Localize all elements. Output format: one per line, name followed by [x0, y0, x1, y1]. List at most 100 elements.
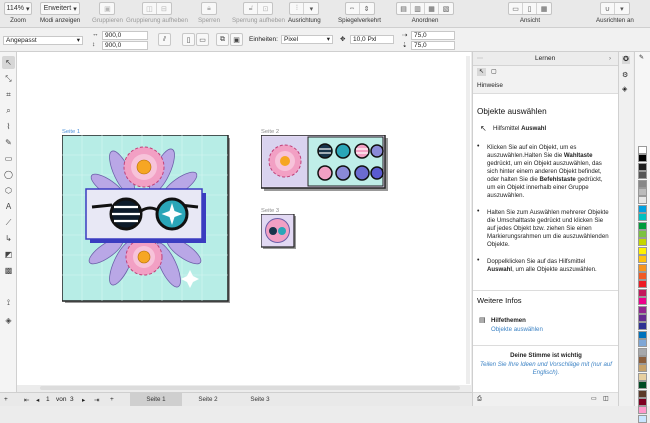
- zoom-tool-icon[interactable]: ⌕: [2, 104, 15, 117]
- view-buttons[interactable]: ▭ ▯ ▦: [508, 2, 552, 15]
- color-swatch[interactable]: [638, 179, 647, 188]
- artistic-media-icon[interactable]: ✎: [2, 136, 15, 149]
- panel-expand-icon[interactable]: ◫: [603, 395, 609, 403]
- mirror-vertical-icon[interactable]: ⇕: [360, 3, 374, 14]
- color-swatch[interactable]: [638, 213, 647, 222]
- color-swatch[interactable]: [638, 372, 647, 381]
- color-swatch[interactable]: [638, 171, 647, 180]
- eyedropper-icon[interactable]: ⟟: [2, 296, 15, 309]
- units-dropdown[interactable]: Pixel ▾: [281, 35, 333, 44]
- vote-link-line2[interactable]: Englisch).: [473, 369, 619, 377]
- panel-settings-icon[interactable]: ⎙: [477, 395, 482, 403]
- help-link[interactable]: Objekte auswählen: [491, 326, 543, 334]
- tab-docs-icon[interactable]: ▢: [491, 68, 497, 76]
- view-pixel-icon[interactable]: ▦: [537, 3, 551, 14]
- prev-page-icon[interactable]: ◂: [36, 396, 39, 404]
- group-button[interactable]: ▣: [99, 2, 116, 15]
- first-page-icon[interactable]: ⇤: [24, 396, 29, 404]
- ungroup-button[interactable]: ◫ ⊟: [141, 2, 172, 15]
- page-tab-3[interactable]: Seite 3: [234, 393, 286, 406]
- parallel-dimension-icon[interactable]: ⟋: [2, 216, 15, 229]
- color-swatch[interactable]: [638, 389, 647, 398]
- pick-tool-icon[interactable]: ↖: [2, 56, 15, 69]
- properties-dock-icon[interactable]: ⚙: [622, 72, 628, 80]
- all-pages-icon[interactable]: ⧉: [216, 33, 229, 46]
- layers-dock-icon[interactable]: ◈: [622, 86, 627, 94]
- color-swatch[interactable]: [638, 238, 647, 247]
- connector-tool-icon[interactable]: ↳: [2, 232, 15, 245]
- color-swatch[interactable]: [638, 162, 647, 171]
- snap-button[interactable]: ∪ ▾: [599, 2, 630, 15]
- mirror-buttons[interactable]: ⇔ ⇕: [344, 2, 375, 15]
- page3-artwork[interactable]: [261, 214, 297, 250]
- color-swatch[interactable]: [638, 398, 647, 406]
- transparency-icon[interactable]: ▩: [2, 264, 15, 277]
- color-swatch[interactable]: [638, 288, 647, 297]
- color-swatch[interactable]: [638, 330, 647, 339]
- vertical-scrollbar[interactable]: [466, 56, 470, 384]
- to-front-icon[interactable]: ▤: [397, 3, 411, 14]
- color-swatch[interactable]: [638, 246, 647, 255]
- lock-button[interactable]: 🔒︎: [201, 2, 217, 15]
- color-swatch[interactable]: [638, 414, 647, 423]
- mirror-horizontal-icon[interactable]: ⇔: [346, 3, 360, 14]
- panel-menu-icon[interactable]: ⋯: [477, 55, 483, 63]
- color-swatch[interactable]: [638, 280, 647, 289]
- panel-close-icon[interactable]: ›: [609, 55, 611, 63]
- last-page-icon[interactable]: ⇥: [94, 396, 99, 404]
- page2-artwork[interactable]: [261, 135, 389, 192]
- shape-tool-icon[interactable]: ⤡: [2, 72, 15, 85]
- preset-dropdown[interactable]: Angepasst ▾: [3, 36, 83, 45]
- panel-nav-icon[interactable]: ▭: [591, 395, 597, 403]
- color-swatch[interactable]: [638, 305, 647, 314]
- crop-tool-icon[interactable]: ⌗: [2, 88, 15, 101]
- color-swatch[interactable]: [638, 406, 647, 415]
- color-swatch[interactable]: [638, 381, 647, 390]
- vote-link-line1[interactable]: Teilen Sie Ihre Ideen und Vorschläge mit…: [473, 361, 619, 369]
- width-field[interactable]: 900,0: [102, 31, 148, 40]
- color-swatch[interactable]: [638, 364, 647, 373]
- landscape-icon[interactable]: ▭: [196, 33, 209, 46]
- portrait-icon[interactable]: ▯: [182, 33, 195, 46]
- dup-x-field[interactable]: 75,0: [411, 31, 455, 40]
- color-swatch[interactable]: [638, 347, 647, 356]
- view-normal-icon[interactable]: ▭: [509, 3, 523, 14]
- color-swatch[interactable]: [638, 230, 647, 238]
- color-swatch[interactable]: [638, 196, 647, 205]
- orientation-icon[interactable]: ⫽: [158, 33, 171, 46]
- color-swatch[interactable]: [638, 255, 647, 264]
- drawing-canvas[interactable]: Seite 1 Seite 2 Seite 3: [17, 52, 471, 385]
- to-back-icon[interactable]: ▧: [439, 3, 453, 14]
- zoom-dropdown[interactable]: 114% ▾: [4, 2, 32, 15]
- color-swatch[interactable]: [638, 322, 647, 331]
- drop-shadow-icon[interactable]: ◩: [2, 248, 15, 261]
- color-swatch[interactable]: [638, 263, 647, 272]
- mode-dropdown[interactable]: Erweitert ▾: [40, 2, 81, 15]
- add-page-icon[interactable]: +: [4, 396, 8, 403]
- dup-y-field[interactable]: 75,0: [411, 41, 455, 50]
- color-swatch[interactable]: [638, 339, 647, 348]
- align-button[interactable]: ⫶ ▾: [289, 2, 320, 15]
- color-swatch[interactable]: [638, 154, 647, 163]
- unlock-button[interactable]: 🔓︎ ⊡: [243, 2, 274, 15]
- page1-artwork[interactable]: [62, 135, 232, 305]
- current-page-icon[interactable]: ▣: [230, 33, 243, 46]
- learn-dock-icon[interactable]: ✪: [622, 56, 630, 64]
- color-swatch[interactable]: [638, 204, 647, 213]
- color-swatch[interactable]: [638, 146, 647, 154]
- page-tab-2[interactable]: Seite 2: [182, 393, 234, 406]
- color-swatch[interactable]: [638, 272, 647, 280]
- rectangle-tool-icon[interactable]: ▭: [2, 152, 15, 165]
- horizontal-scrollbar[interactable]: [40, 386, 460, 390]
- color-swatch[interactable]: [638, 221, 647, 230]
- current-page-number[interactable]: 1: [46, 396, 50, 403]
- polygon-tool-icon[interactable]: ⬡: [2, 184, 15, 197]
- add-page-end-icon[interactable]: +: [110, 396, 114, 403]
- fill-tool-icon[interactable]: ◈: [2, 314, 15, 327]
- color-swatch[interactable]: [638, 297, 647, 306]
- ellipse-tool-icon[interactable]: ◯: [2, 168, 15, 181]
- view-wire-icon[interactable]: ▯: [523, 3, 537, 14]
- forward-icon[interactable]: ▥: [411, 3, 425, 14]
- page-tab-1[interactable]: Seite 1: [130, 393, 182, 406]
- color-swatch[interactable]: [638, 314, 647, 322]
